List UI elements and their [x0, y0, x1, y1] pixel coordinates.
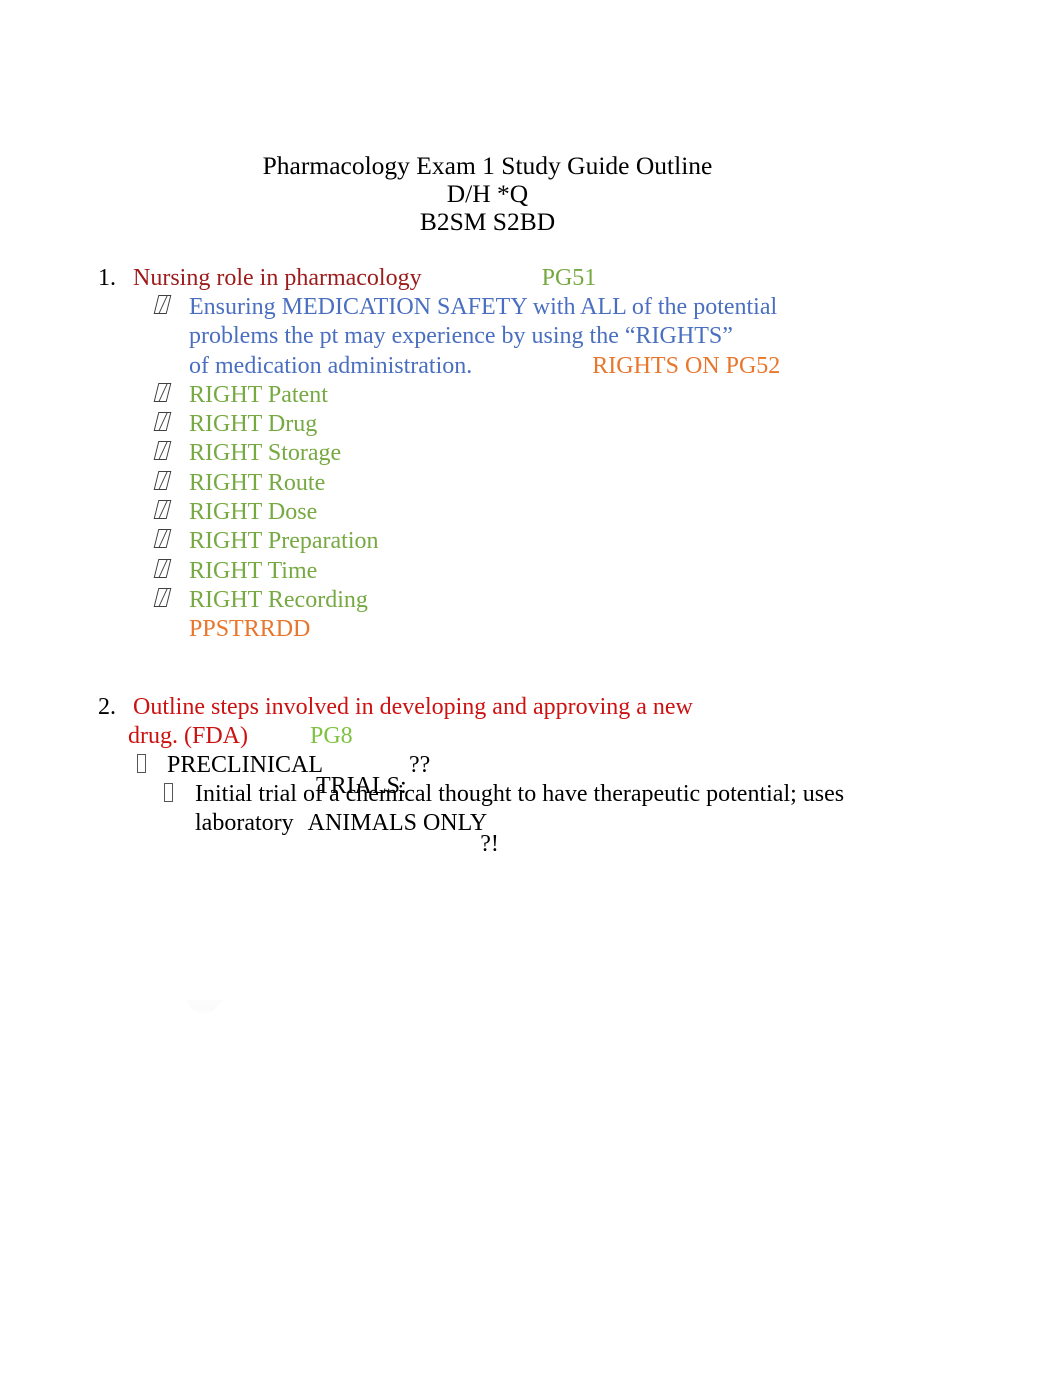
detail-question-exclaim: ?! [480, 831, 499, 858]
right-list-item: RIGHT Recording [0, 586, 1062, 615]
outline-item-1: 1. Nursing role in pharmacology PG51 [0, 264, 1062, 293]
right-list-item: RIGHT Preparation [0, 527, 1062, 556]
missing-glyph-bullet-icon [153, 587, 172, 607]
item-2-detail-row-2: laboratory ANIMALS ONLY?! [0, 809, 1062, 857]
item-2-page-ref: PG8 [310, 722, 353, 749]
right-item-recording: RIGHT Recording [189, 586, 368, 613]
item-1-paragraph-line-1: Ensuring MEDICATION SAFETY with ALL of t… [189, 294, 778, 320]
rights-mnemonic: PPSTRRDD [189, 616, 311, 643]
right-list-item: RIGHT Dose [0, 498, 1062, 527]
preclinical-detail-line-1: Initial trial of a chemical thought to h… [195, 780, 845, 807]
preclinical-trials-row: PRECLINICAL TRIALS:?? [167, 751, 1062, 799]
item-1-heading: Nursing role in pharmacology [133, 265, 422, 291]
item-1-paragraph-line-3: of medication administration. [189, 352, 473, 379]
outline-item-2: 2. Outline steps involved in developing … [0, 693, 1062, 722]
item-1-rights-page-ref: RIGHTS ON PG52 [592, 352, 781, 379]
preclinical-label: PRECLINICAL [167, 751, 323, 778]
detail-animals-only: ANIMALS ONLY [307, 810, 488, 837]
preclinical-detail-line-2-wrap: laboratory ANIMALS ONLY?! [195, 809, 1062, 857]
missing-glyph-bullet-icon [153, 412, 172, 432]
missing-glyph-bullet-icon [164, 782, 173, 802]
item-2-heading-line-1: Outline steps involved in developing and… [133, 693, 693, 720]
item-1-paragraph-row-3: of medication administration. RIGHTS ON P… [0, 352, 1062, 381]
title-line-1: Pharmacology Exam 1 Study Guide Outline [262, 151, 713, 180]
right-list-item: RIGHT Time [0, 557, 1062, 586]
right-list-item: RIGHT Drug [0, 410, 1062, 439]
title-line-3: B2SM S2BD [419, 207, 556, 236]
document-title-block: Pharmacology Exam 1 Study Guide Outline … [0, 152, 975, 236]
item-1-page-ref: PG51 [541, 265, 597, 291]
item-1-paragraph-row-2: problems the pt may experience by using … [0, 322, 1062, 351]
right-item-route: RIGHT Route [189, 469, 326, 496]
right-item-patent: RIGHT Patent [189, 381, 328, 408]
item-2-detail-bullet-row: Initial trial of a chemical thought to h… [0, 780, 1062, 809]
item-2-heading-line-2: drug. (FDA) [128, 722, 248, 749]
faint-render-artifact [186, 1000, 224, 1016]
missing-glyph-bullet-icon [153, 382, 172, 402]
right-item-preparation: RIGHT Preparation [189, 528, 379, 555]
item-1-paragraph-bullet-row: Ensuring MEDICATION SAFETY with ALL of t… [0, 293, 1062, 322]
item-1-paragraph-line-2: problems the pt may experience by using … [189, 323, 733, 350]
missing-glyph-bullet-icon [153, 295, 172, 314]
item-1-paragraph-line-3-wrap: of medication administration. RIGHTS ON P… [189, 352, 1062, 381]
right-item-storage: RIGHT Storage [189, 440, 342, 467]
list-number-2: 2. [98, 693, 116, 720]
right-item-time: RIGHT Time [189, 557, 318, 584]
right-list-item: RIGHT Storage [0, 439, 1062, 468]
item-2-heading-row-2: drug. (FDA) PG8 [0, 722, 1062, 751]
missing-glyph-bullet-icon [153, 500, 172, 520]
right-list-item: RIGHT Route [0, 469, 1062, 498]
detail-laboratory-word: laboratory [195, 810, 294, 837]
missing-glyph-bullet-icon [153, 441, 172, 461]
item-2-sub-bullet-row: PRECLINICAL TRIALS:?? [0, 751, 1062, 799]
mnemonic-row: PPSTRRDD [0, 615, 1062, 644]
missing-glyph-bullet-icon [153, 558, 172, 578]
missing-glyph-bullet-icon [137, 753, 146, 773]
item-1-heading-row: Nursing role in pharmacology PG51 [133, 264, 1062, 293]
missing-glyph-bullet-icon [153, 470, 172, 490]
right-list-item: RIGHT Patent [0, 381, 1062, 410]
preclinical-question-marks: ?? [409, 751, 431, 778]
right-item-dose: RIGHT Dose [189, 499, 318, 526]
title-line-2: D/H *Q [446, 179, 529, 208]
list-number-1: 1. [98, 265, 116, 291]
right-item-drug: RIGHT Drug [189, 411, 318, 438]
missing-glyph-bullet-icon [153, 529, 172, 549]
document-page: Pharmacology Exam 1 Study Guide Outline … [0, 0, 1062, 1377]
item-2-heading-line-2-wrap: drug. (FDA) PG8 [128, 722, 1062, 751]
outline-list: 1. Nursing role in pharmacology PG51 Ensu… [0, 264, 1062, 857]
